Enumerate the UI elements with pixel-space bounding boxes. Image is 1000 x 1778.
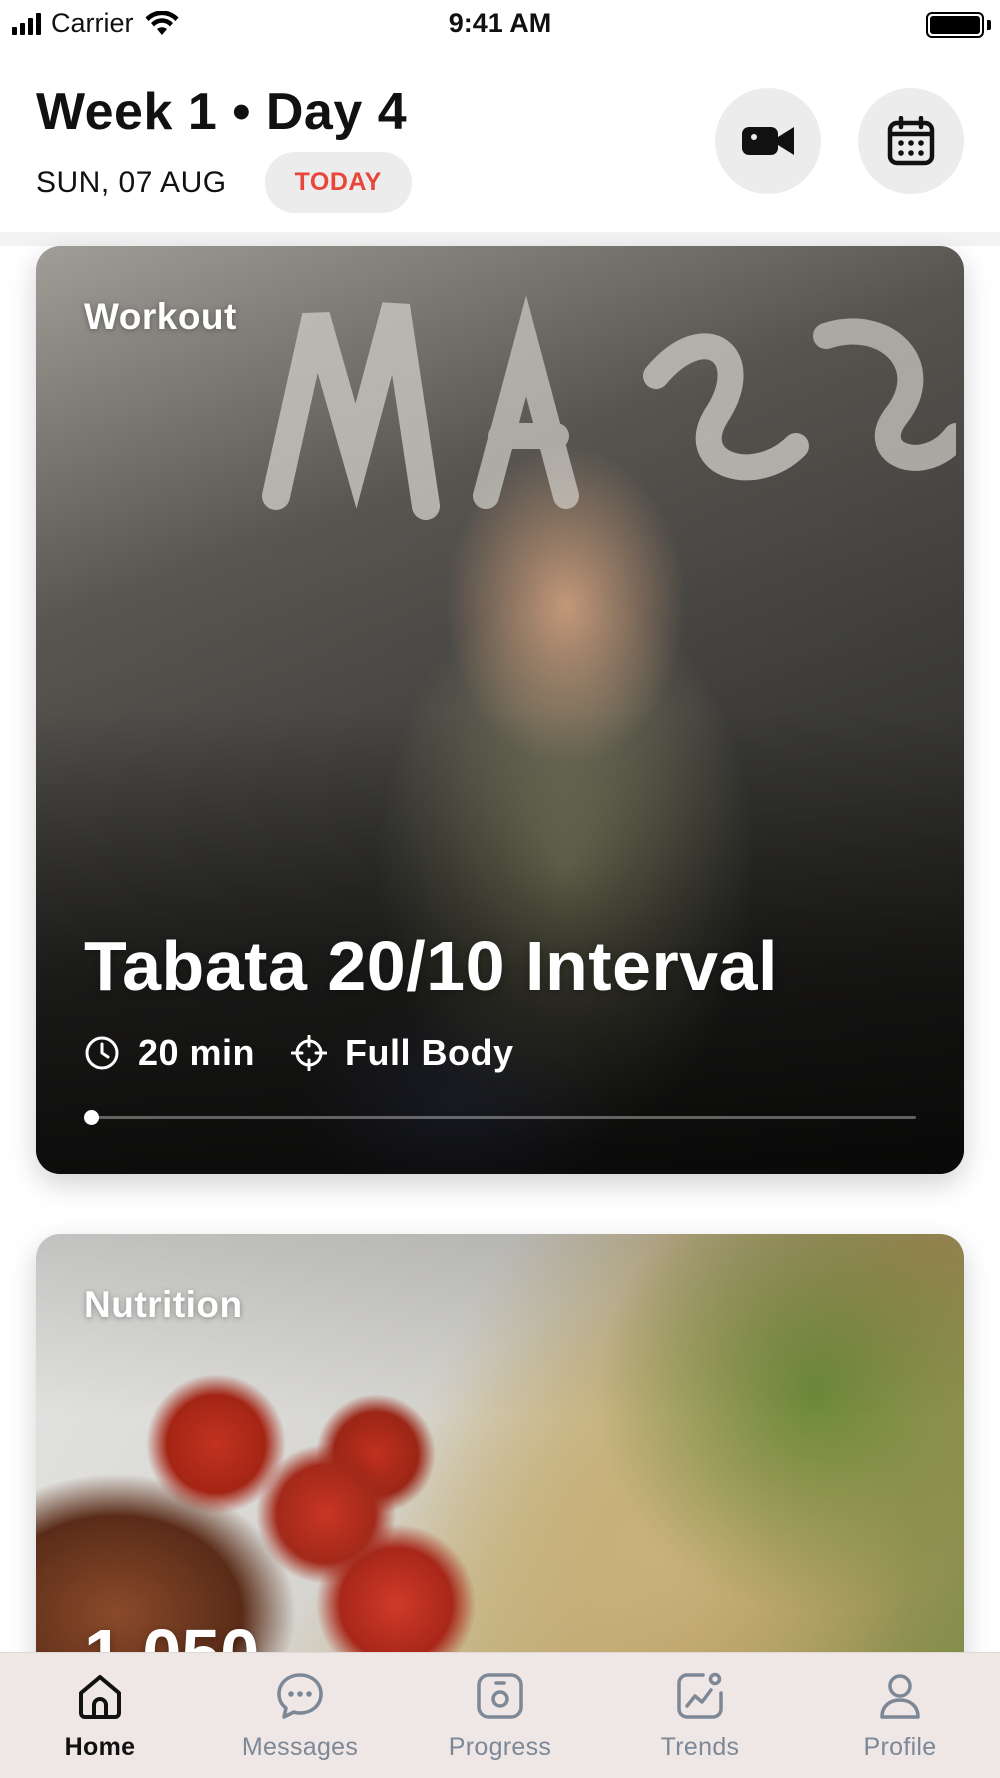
tab-home[interactable]: Home — [0, 1653, 200, 1778]
focus-text: Full Body — [345, 1032, 514, 1073]
tab-messages-label: Messages — [241, 1733, 359, 1761]
header: Week 1 • Day 4 SUN, 07 AUG TODAY — [36, 70, 964, 220]
focus-meta: Full Body — [291, 1032, 514, 1074]
workout-card-label: Workout — [84, 296, 237, 337]
date-label: SUN, 07 AUG — [36, 165, 227, 199]
profile-icon — [880, 1674, 920, 1719]
status-time: 9:41 AM — [448, 8, 552, 38]
target-icon — [291, 1035, 328, 1071]
page-title: Week 1 • Day 4 — [36, 83, 408, 141]
nutrition-card-label: Nutrition — [84, 1284, 243, 1325]
date-row: SUN, 07 AUG TODAY — [36, 152, 412, 213]
today-badge: TODAY — [264, 152, 412, 213]
tab-progress[interactable]: Progress — [400, 1653, 600, 1778]
progress-icon — [477, 1673, 523, 1719]
calendar-button[interactable] — [858, 88, 964, 194]
tab-trends[interactable]: Trends — [600, 1653, 800, 1778]
video-call-button[interactable] — [715, 88, 821, 194]
clock-icon — [85, 1036, 119, 1070]
home-icon — [79, 1675, 121, 1719]
status-bar: Carrier 9:41 AM — [0, 0, 1000, 50]
video-camera-icon — [742, 127, 794, 155]
tab-profile[interactable]: Profile — [800, 1653, 1000, 1778]
messages-icon — [277, 1673, 323, 1719]
workout-title: Tabata 20/10 Interval — [84, 927, 778, 1005]
tab-profile-label: Profile — [863, 1733, 937, 1761]
tab-messages[interactable]: Messages — [200, 1653, 400, 1778]
battery-icon — [926, 12, 984, 38]
nutrition-card[interactable]: Nutrition 1,050 — [36, 1234, 964, 1694]
tab-progress-label: Progress — [448, 1733, 552, 1761]
tab-trends-label: Trends — [660, 1733, 740, 1761]
calendar-icon — [887, 116, 935, 166]
header-divider — [0, 232, 1000, 246]
workout-meta: 20 min Full Body — [84, 1032, 514, 1074]
workout-card[interactable]: Workout Tabata 20/10 Interval 20 min Ful… — [36, 246, 964, 1174]
tab-home-label: Home — [64, 1733, 136, 1761]
battery-tip — [987, 20, 991, 30]
duration-meta: 20 min — [84, 1032, 255, 1074]
workout-progress-dot — [84, 1110, 99, 1125]
tab-bar: Home Messages Progress Trends Profile — [0, 1652, 1000, 1778]
workout-progress-bar — [84, 1110, 916, 1125]
duration-text: 20 min — [138, 1032, 256, 1073]
trends-icon — [677, 1672, 723, 1719]
